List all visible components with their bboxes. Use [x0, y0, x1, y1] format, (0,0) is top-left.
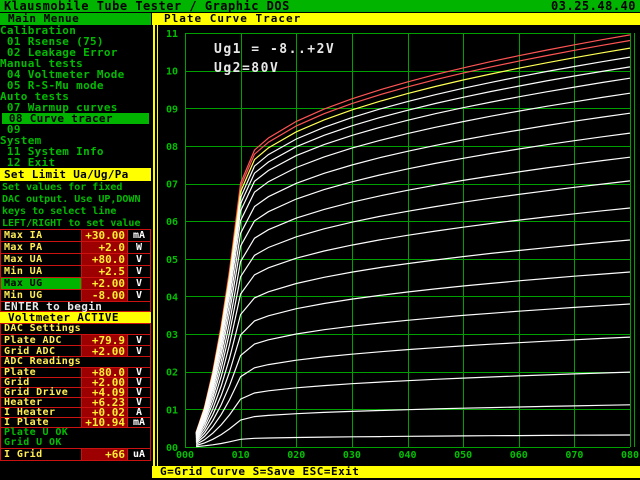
y-tick-08: 08 [166, 142, 178, 153]
plate-curve-ug1--6.5v [196, 405, 630, 446]
plate-curve-ug1-0.0v [196, 67, 630, 434]
y-tick-09: 09 [166, 104, 178, 115]
plate-curve-ug1--7.0v [196, 435, 630, 447]
y-tick-05: 05 [166, 255, 178, 266]
plate-curve-ug1-+0.5v [196, 57, 630, 433]
y-tick-01: 01 [166, 405, 178, 416]
x-tick-060: 060 [510, 450, 528, 461]
y-tick-11: 11 [166, 29, 178, 40]
plate-curve-ug1--6.0v [196, 372, 630, 444]
x-tick-050: 050 [454, 450, 472, 461]
plate-curve-ug1--3.0v [196, 181, 630, 438]
x-tick-010: 010 [232, 450, 250, 461]
y-tick-07: 07 [166, 180, 178, 191]
y-tick-10: 10 [166, 67, 178, 78]
x-tick-080: 080 [621, 450, 639, 461]
x-tick-040: 040 [398, 450, 416, 461]
y-tick-03: 03 [166, 330, 178, 341]
y-tick-04: 04 [166, 292, 178, 303]
plate-curve-ug1--3.5v [196, 208, 630, 439]
y-tick-02: 02 [166, 368, 178, 379]
x-tick-020: 020 [287, 450, 305, 461]
plate-curve-ug1--2.0v [196, 133, 630, 436]
plate-curve-ug1--1.5v [196, 113, 630, 435]
x-tick-030: 030 [343, 450, 361, 461]
plate-curve-ug1-+1.0v [196, 48, 630, 433]
plate-curves-plot: 000 010 020 030 040 050 060 070 080 00 01 02 03 04 05 0… [0, 0, 640, 480]
app-screen: Klausmobile Tube Tester / Graphic DOS 03… [0, 0, 640, 480]
annotation-line-0: Ug1 = -8..+2V [214, 42, 335, 57]
y-tick-00: 00 [166, 443, 178, 454]
x-tick-000: 000 [176, 450, 194, 461]
annotation-line-1: Ug2=80V [214, 61, 279, 76]
y-tick-06: 06 [166, 217, 178, 228]
plate-curve-ug1--5.5v [196, 337, 630, 443]
x-tick-070: 070 [565, 450, 583, 461]
